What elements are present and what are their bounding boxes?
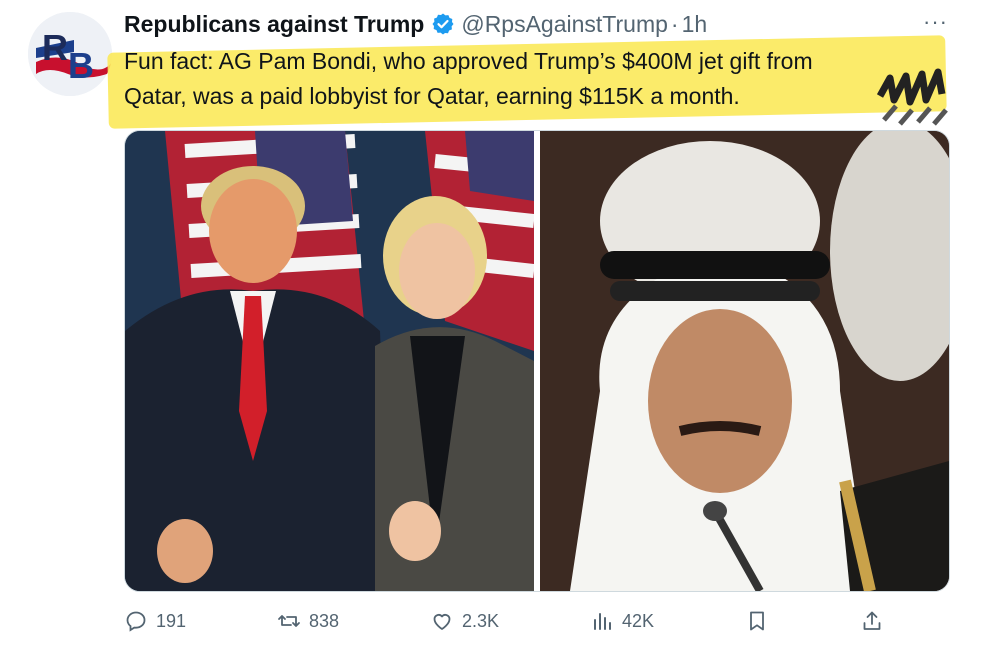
reply-count: 191 xyxy=(156,610,187,631)
tweet-media[interactable] xyxy=(124,130,950,592)
scribble-mark-icon xyxy=(876,68,948,126)
more-options-icon[interactable]: ··· xyxy=(923,11,948,33)
repost-button[interactable]: 838 xyxy=(277,609,339,633)
avatar[interactable]: R B xyxy=(28,12,112,96)
tweet-header: Republicans against Trump @RpsAgainstTru… xyxy=(124,10,707,38)
avatar-letter-b: B xyxy=(68,45,94,86)
views-icon xyxy=(594,613,612,630)
post-time[interactable]: 1h xyxy=(682,10,708,38)
verified-badge-icon xyxy=(431,12,455,36)
like-count: 2.3K xyxy=(462,610,500,631)
photo-left[interactable] xyxy=(125,131,534,591)
repost-count: 838 xyxy=(309,610,340,631)
reply-button[interactable]: 191 xyxy=(124,609,186,633)
share-icon xyxy=(863,611,881,630)
like-button[interactable]: 2.3K xyxy=(430,609,499,633)
repost-icon xyxy=(278,615,300,627)
views-count: 42K xyxy=(622,610,655,631)
photo-right[interactable] xyxy=(540,131,949,591)
tweet-text: Fun fact: AG Pam Bondi, who approved Tru… xyxy=(124,48,813,109)
views-button[interactable]: 42K xyxy=(590,609,654,633)
share-button[interactable] xyxy=(860,609,884,633)
avatar-letter-r: R xyxy=(42,27,68,68)
separator-dot: · xyxy=(670,11,679,37)
like-icon xyxy=(433,614,451,630)
avatar-logo: R B xyxy=(28,12,112,96)
reply-icon xyxy=(126,611,146,632)
action-bar: 191 838 2.3K 42K xyxy=(124,606,884,636)
author-name[interactable]: Republicans against Trump xyxy=(124,10,424,38)
author-handle[interactable]: @RpsAgainstTrump xyxy=(461,10,668,38)
bookmark-button[interactable] xyxy=(745,609,769,633)
bookmark-icon xyxy=(750,611,764,631)
